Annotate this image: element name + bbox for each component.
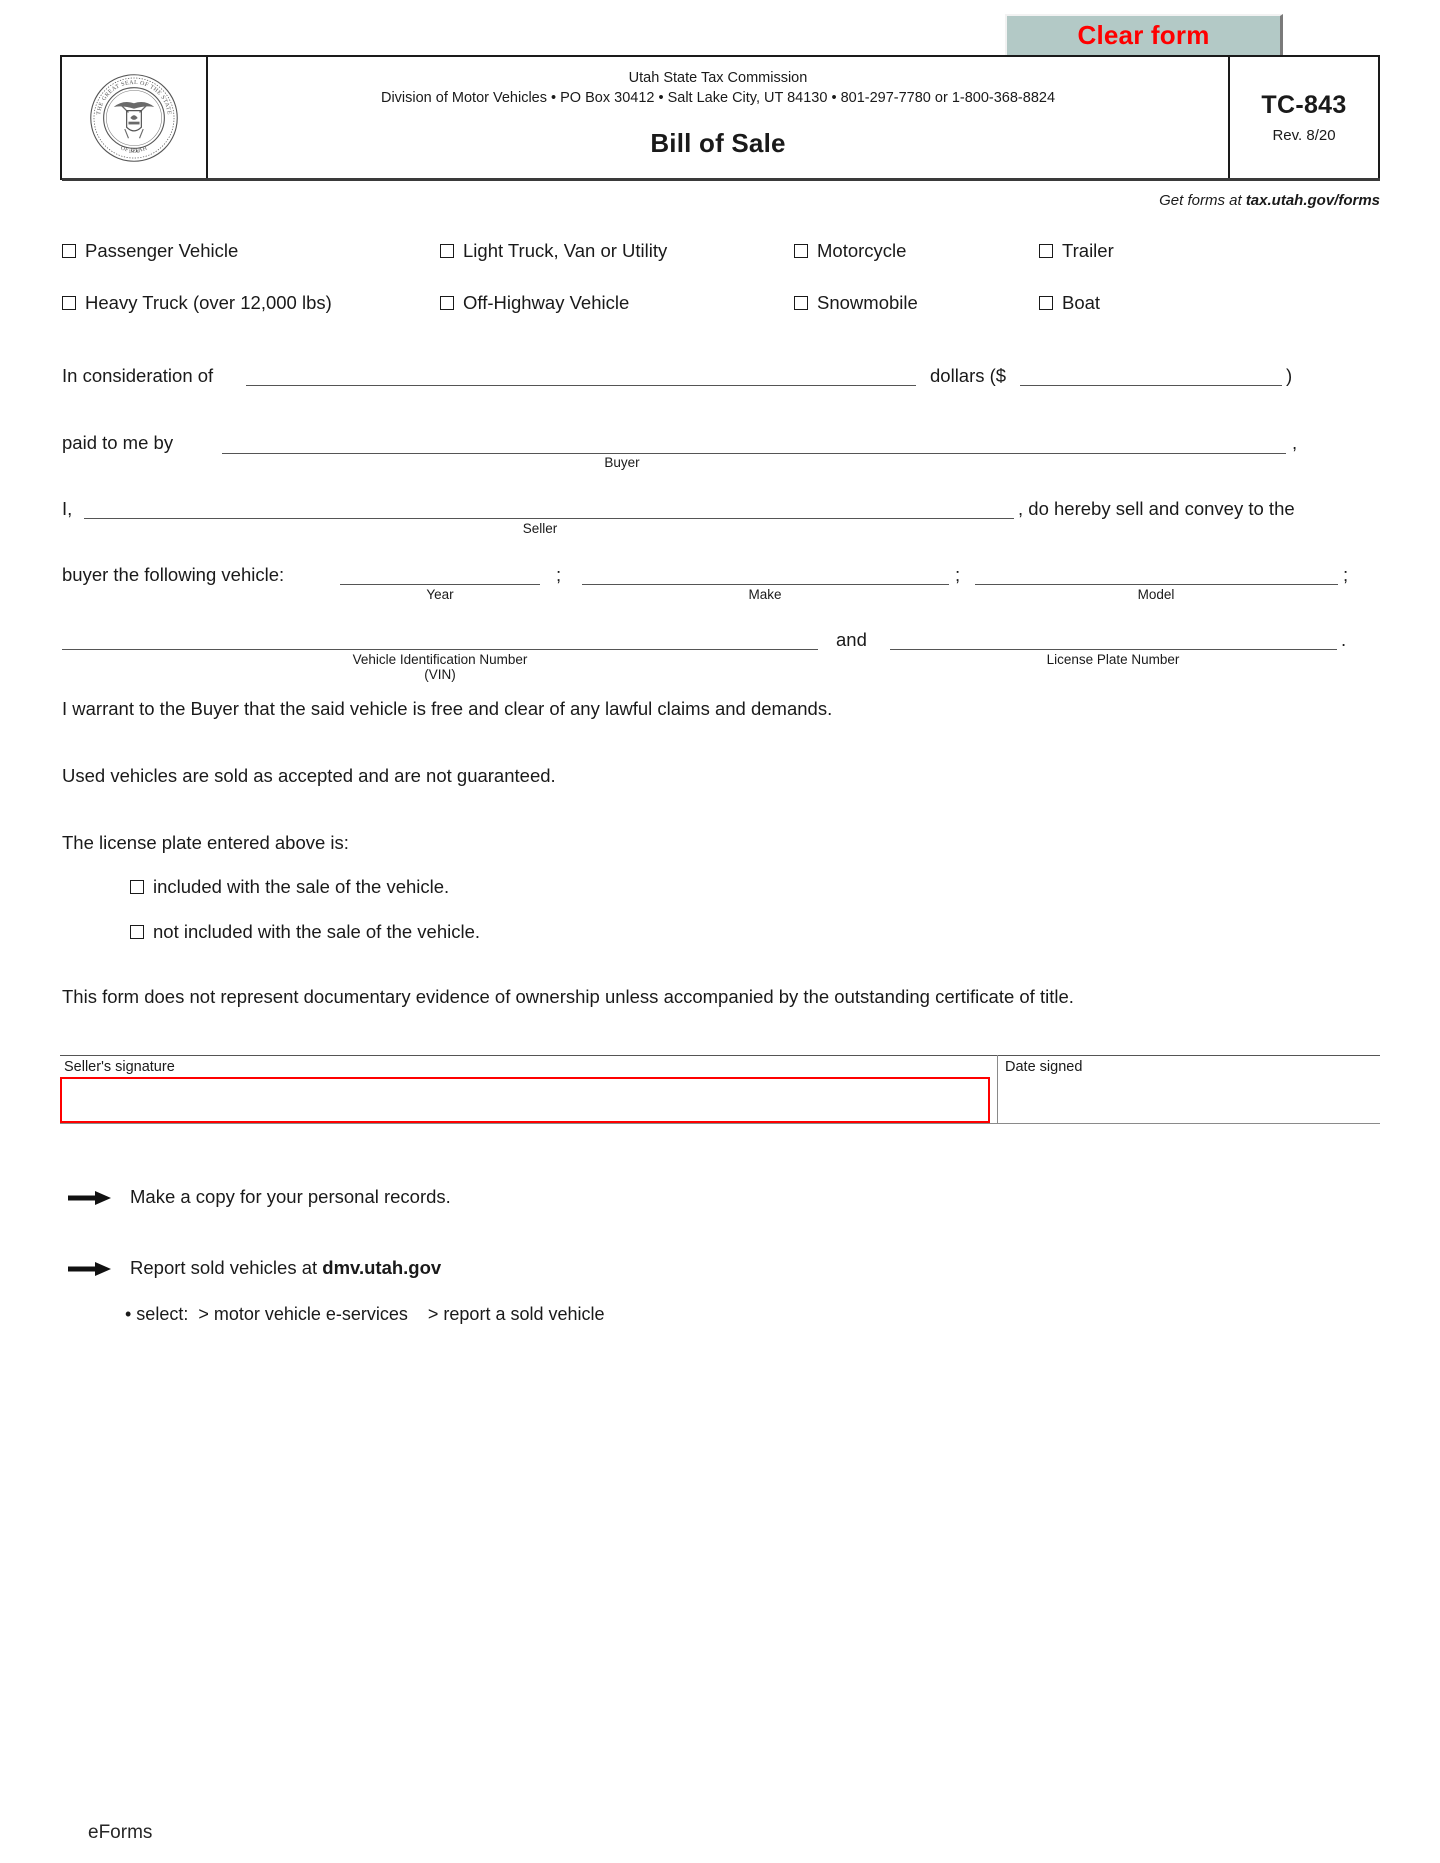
model-caption: Model (1137, 587, 1175, 602)
signature-bottom-rule (60, 1123, 1380, 1124)
license-plate-input[interactable] (890, 649, 1337, 650)
checkbox-plate-included[interactable] (130, 880, 144, 894)
amount-numeric-input[interactable] (1020, 385, 1282, 386)
vehicle-type-passenger-vehicle[interactable]: Passenger Vehicle (62, 240, 238, 262)
form-code-cell: TC-843 Rev. 8/20 (1228, 57, 1378, 178)
seller-lead: I, (62, 498, 73, 519)
vehicle-type-light-truck-van-or-utility[interactable]: Light Truck, Van or Utility (440, 240, 667, 262)
signature-block: Seller's signature Date signed (60, 1055, 1380, 1125)
semicolon-after-year: ; (556, 564, 562, 585)
vehicle-type-off-highway-vehicle[interactable]: Off-Highway Vehicle (440, 292, 629, 314)
ownership-notice: This form does not represent documentary… (62, 986, 1074, 1007)
clear-form-button[interactable]: Clear form (1005, 14, 1283, 58)
vehicle-line-lead: buyer the following vehicle: (62, 564, 285, 585)
checkbox-light-truck-van-or-utility[interactable] (440, 244, 454, 258)
vehicle-type-motorcycle[interactable]: Motorcycle (794, 240, 906, 262)
close-paren: ) (1286, 365, 1293, 386)
get-forms-prefix: Get forms at (1159, 192, 1246, 209)
instruction-copy-text: Make a copy for your personal records. (130, 1186, 451, 1207)
vehicle-type-trailer[interactable]: Trailer (1039, 240, 1114, 262)
seller-signature-label: Seller's signature (64, 1059, 175, 1075)
page-title: Bill of Sale (650, 128, 786, 159)
get-forms-note: Get forms at tax.utah.gov/forms (1159, 192, 1380, 209)
clear-form-label: Clear form (1077, 20, 1210, 50)
date-signed-input[interactable] (1005, 1077, 1375, 1121)
vehicle-type-label: Motorcycle (817, 240, 907, 261)
instruction-bullet: • select: > motor vehicle e-services > r… (125, 1304, 605, 1324)
signature-divider (997, 1055, 998, 1124)
vin-caption: Vehicle Identification Number (VIN) (352, 652, 528, 682)
agency-name: Utah State Tax Commission (628, 70, 808, 86)
footer-label: eForms (88, 1822, 153, 1843)
form-header: THE GREAT SEAL OF THE STATE OF UTAH 1896… (60, 55, 1380, 181)
amount-words-input[interactable] (246, 385, 916, 386)
used-vehicles-statement: Used vehicles are sold as accepted and a… (62, 765, 556, 786)
get-forms-link: tax.utah.gov/forms (1245, 192, 1380, 209)
form-code: TC-843 (1261, 91, 1347, 119)
plate-not-included-label: not included with the sale of the vehicl… (153, 921, 481, 942)
checkbox-passenger-vehicle[interactable] (62, 244, 76, 258)
form-revision: Rev. 8/20 (1272, 127, 1336, 144)
year-input[interactable] (340, 584, 540, 585)
checkbox-snowmobile[interactable] (794, 296, 808, 310)
and-label: and (836, 629, 867, 650)
checkbox-plate-not-included[interactable] (130, 925, 144, 939)
semicolon-after-model: ; (1343, 564, 1349, 585)
checkbox-trailer[interactable] (1039, 244, 1053, 258)
buyer-input[interactable] (222, 453, 1286, 454)
plate-included-option[interactable]: included with the sale of the vehicle. (130, 876, 449, 898)
arrow-right-icon (68, 1191, 111, 1205)
utah-state-seal-icon: THE GREAT SEAL OF THE STATE OF UTAH 1896 (90, 73, 178, 162)
vehicle-type-boat[interactable]: Boat (1039, 292, 1100, 314)
license-plate-prompt: The license plate entered above is: (62, 832, 349, 853)
seal-cell: THE GREAT SEAL OF THE STATE OF UTAH 1896 (62, 57, 208, 178)
paid-to-lead: paid to me by (62, 432, 174, 453)
vehicle-type-label: Snowmobile (817, 292, 918, 313)
dmv-link[interactable]: dmv.utah.gov (322, 1257, 441, 1278)
consideration-lead: In consideration of (62, 365, 214, 386)
agency-info: Utah State Tax Commission Division of Mo… (208, 57, 1228, 178)
make-input[interactable] (582, 584, 949, 585)
semicolon-after-make: ; (955, 564, 961, 585)
buyer-caption: Buyer (604, 455, 640, 470)
year-caption: Year (426, 587, 454, 602)
vehicle-type-label: Boat (1062, 292, 1101, 313)
instruction-report-text: Report sold vehicles at dmv.utah.gov (130, 1257, 441, 1279)
vin-input[interactable] (62, 649, 818, 650)
instruction-report-prefix: Report sold vehicles at (130, 1257, 323, 1278)
seller-input[interactable] (84, 518, 1014, 519)
vehicle-type-snowmobile[interactable]: Snowmobile (794, 292, 918, 314)
vehicle-type-label: Trailer (1062, 240, 1114, 261)
vehicle-type-label: Light Truck, Van or Utility (463, 240, 668, 261)
seller-caption: Seller (522, 521, 558, 536)
make-caption: Make (748, 587, 782, 602)
plate-not-included-option[interactable]: not included with the sale of the vehicl… (130, 921, 480, 943)
form-page: Clear form THE GREAT SEAL OF THE STATE O… (0, 0, 1440, 1863)
seller-trailing-text: , do hereby sell and convey to the (1018, 498, 1295, 519)
vin-line-period: . (1341, 629, 1347, 650)
arrow-right-icon (68, 1262, 111, 1276)
date-signed-label: Date signed (1005, 1059, 1083, 1075)
vehicle-type-label: Passenger Vehicle (85, 240, 239, 261)
warranty-statement: I warrant to the Buyer that the said veh… (62, 698, 833, 719)
vehicle-type-heavy-truck[interactable]: Heavy Truck (over 12,000 lbs) (62, 292, 332, 314)
agency-address: Division of Motor Vehicles • PO Box 3041… (380, 89, 1056, 106)
model-input[interactable] (975, 584, 1338, 585)
checkbox-heavy-truck[interactable] (62, 296, 76, 310)
plate-included-label: included with the sale of the vehicle. (153, 876, 450, 897)
dollars-label: dollars ($ (930, 365, 1007, 386)
checkbox-off-highway-vehicle[interactable] (440, 296, 454, 310)
buyer-trailing-comma: , (1292, 432, 1298, 453)
vehicle-type-label: Off-Highway Vehicle (463, 292, 630, 313)
checkbox-motorcycle[interactable] (794, 244, 808, 258)
svg-text:1896: 1896 (128, 148, 139, 154)
license-plate-caption: License Plate Number (1046, 652, 1180, 667)
checkbox-boat[interactable] (1039, 296, 1053, 310)
seller-signature-input[interactable] (60, 1077, 990, 1123)
signature-top-rule (60, 1055, 1380, 1056)
vehicle-type-label: Heavy Truck (over 12,000 lbs) (85, 292, 332, 313)
